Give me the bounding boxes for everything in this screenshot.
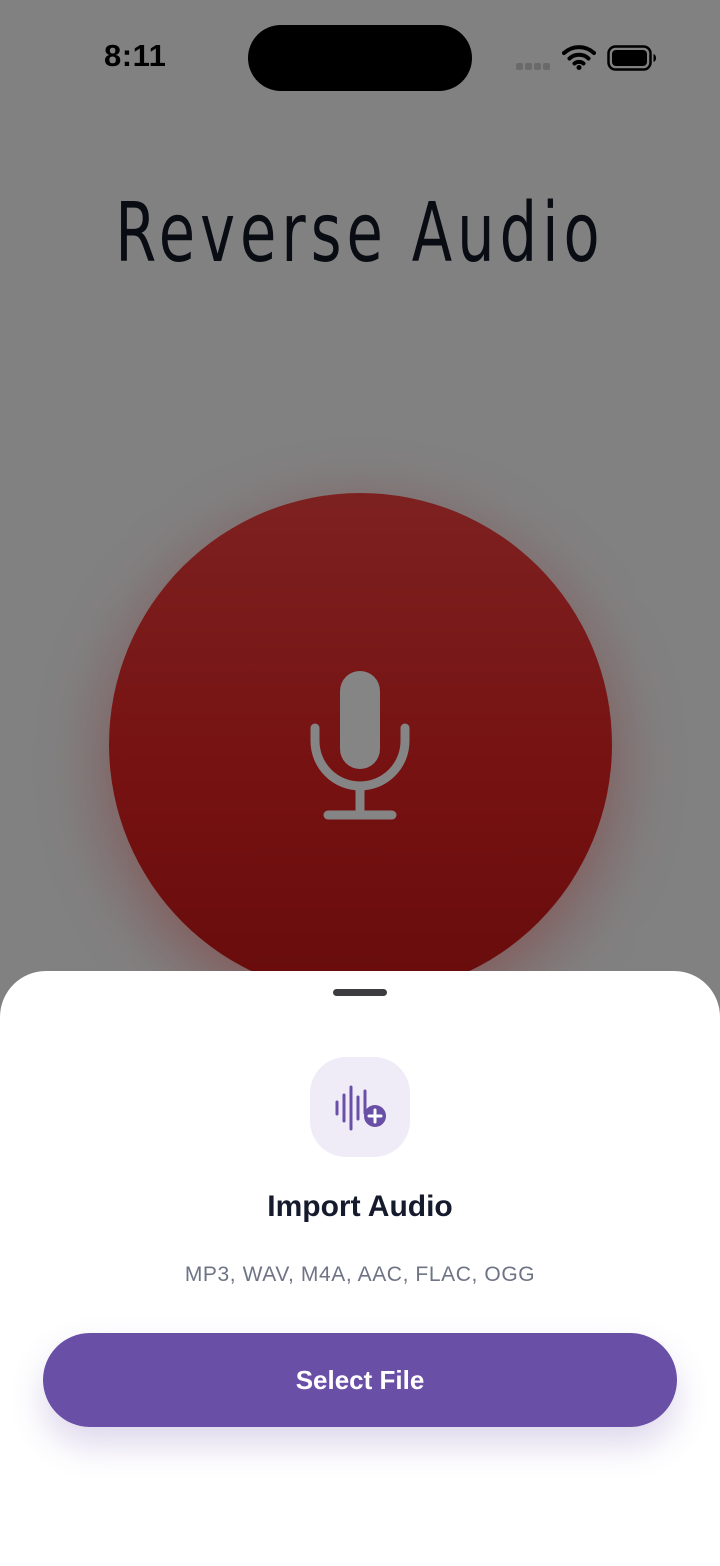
status-time: 8:11 xyxy=(104,38,167,73)
status-bar: 8:11 xyxy=(0,0,720,116)
battery-icon xyxy=(607,45,656,71)
supported-formats-text: MP3, WAV, M4A, AAC, FLAC, OGG xyxy=(184,1263,536,1286)
screen: Reverse Audio 8:11 Import Audio MP3, WAV… xyxy=(0,0,720,1566)
dynamic-island xyxy=(248,25,472,91)
sheet-title: Import Audio xyxy=(267,1190,453,1223)
sheet-grabber-handle[interactable] xyxy=(333,989,387,996)
cellular-signal-icon xyxy=(516,63,552,71)
wifi-icon xyxy=(562,45,596,70)
import-audio-sheet: Import Audio MP3, WAV, M4A, AAC, FLAC, O… xyxy=(0,971,720,1566)
audio-waveform-plus-icon xyxy=(335,1085,386,1131)
import-icon-container xyxy=(310,1057,410,1157)
select-file-button[interactable]: Select File xyxy=(43,1333,677,1427)
